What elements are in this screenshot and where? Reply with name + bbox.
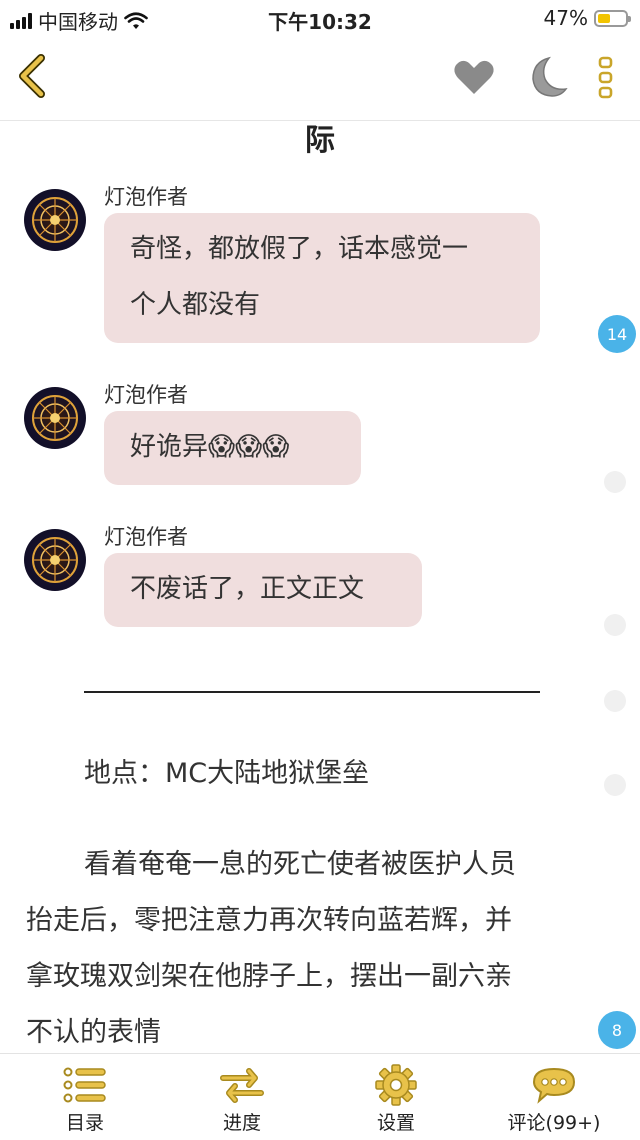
avatar[interactable] xyxy=(24,529,86,591)
swap-arrows-icon xyxy=(220,1068,264,1103)
message-line: 不废话了，正文正文 xyxy=(130,574,365,604)
tab-comments[interactable]: 评论(99+) xyxy=(484,1054,624,1140)
mandala-icon xyxy=(32,395,78,441)
paragraph-line: 看着奄奄一息的死亡使者被医护人员 xyxy=(84,849,516,880)
status-bar: 中国移动 下午10:32 47% xyxy=(0,0,640,36)
comment-dot[interactable] xyxy=(604,690,626,712)
tab-label: 设置 xyxy=(376,1112,415,1134)
moon-icon[interactable] xyxy=(524,54,568,100)
location-line: 地点：MC大陆地狱堡垒 xyxy=(84,758,370,789)
tab-progress[interactable]: 进度 xyxy=(172,1054,312,1140)
chapter-title-partial: 际 xyxy=(305,123,335,158)
author-name: 灯泡作者 xyxy=(104,185,188,209)
chapter-content[interactable]: 际 灯泡作者 奇怪，都放假了，话本感觉一 个人都没有 灯泡作者 好诡异😱😱😱 灯… xyxy=(0,121,640,1053)
message-line: 奇怪，都放假了，话本感觉一 xyxy=(130,234,469,264)
avatar[interactable] xyxy=(24,189,86,251)
tab-label: 目录 xyxy=(65,1112,104,1134)
back-chevron-icon[interactable] xyxy=(14,54,50,98)
status-right: 47% xyxy=(543,6,631,30)
paragraph-line: 抬走后，零把注意力再次转向蓝若辉，并 xyxy=(26,905,512,936)
battery-icon xyxy=(594,9,631,27)
gear-icon xyxy=(375,1064,417,1106)
author-name: 灯泡作者 xyxy=(104,525,188,549)
message-bubble[interactable]: 好诡异😱😱😱 xyxy=(104,411,361,485)
reader-toolbar xyxy=(0,36,640,121)
message-line: 个人都没有 xyxy=(130,290,261,320)
comment-dot[interactable] xyxy=(604,614,626,636)
paragraph-line: 拿玫瑰双剑架在他脖子上，摆出一副六亲 xyxy=(26,961,512,992)
tab-catalog[interactable]: 目录 xyxy=(15,1054,155,1140)
more-dots-icon[interactable] xyxy=(596,56,616,100)
bottom-tab-bar: 目录 进度 设置 评论(99+) xyxy=(0,1053,640,1140)
paragraph-line: 不认的表情 xyxy=(26,1017,161,1048)
comment-dot[interactable] xyxy=(604,471,626,493)
tab-settings[interactable]: 设置 xyxy=(326,1054,466,1140)
message-bubble[interactable]: 不废话了，正文正文 xyxy=(104,553,422,627)
battery-percent: 47% xyxy=(543,6,588,30)
comment-count-badge[interactable]: 8 xyxy=(598,1011,636,1049)
comment-dot[interactable] xyxy=(604,774,626,796)
message-line: 好诡异😱😱😱 xyxy=(130,432,290,462)
author-name: 灯泡作者 xyxy=(104,383,188,407)
comment-count-badge[interactable]: 14 xyxy=(598,315,636,353)
tab-label: 评论(99+) xyxy=(507,1112,601,1134)
section-divider xyxy=(84,691,540,693)
heart-icon[interactable] xyxy=(452,56,496,98)
tab-label: 进度 xyxy=(222,1112,261,1134)
avatar[interactable] xyxy=(24,387,86,449)
list-icon xyxy=(63,1067,106,1103)
comment-bubble-icon xyxy=(532,1067,576,1104)
story-paragraph: 看着奄奄一息的死亡使者被医护人员 抬走后，零把注意力再次转向蓝若辉，并 拿玫瑰双… xyxy=(26,837,566,1053)
message-bubble[interactable]: 奇怪，都放假了，话本感觉一 个人都没有 xyxy=(104,213,540,343)
mandala-icon xyxy=(32,537,78,583)
mandala-icon xyxy=(32,197,78,243)
battery-fill xyxy=(598,13,610,23)
